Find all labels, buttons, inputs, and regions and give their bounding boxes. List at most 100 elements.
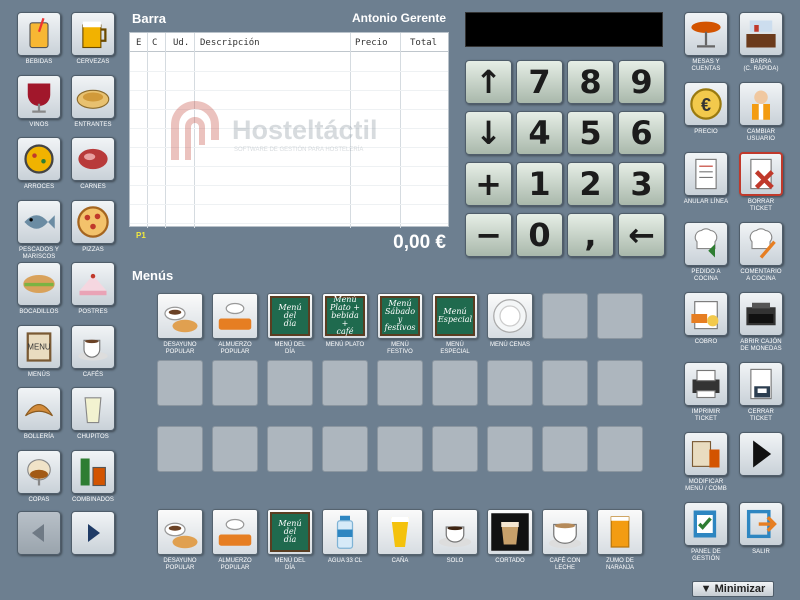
category-sandwich-button[interactable]: BOCADILLOS <box>11 262 67 316</box>
page-tag: P1 <box>136 231 146 240</box>
menu-tile: Menú del día <box>267 509 313 555</box>
next-page-button[interactable] <box>65 511 121 555</box>
menu-item-menú-especial[interactable]: Menú Especial MENÚ ESPECIAL <box>428 293 482 356</box>
category-mixed-drinks-button[interactable]: COMBINADOS <box>65 449 121 504</box>
key-comma[interactable]: , <box>567 213 614 257</box>
action-printer-button[interactable]: IMPRIMIR TICKET <box>678 362 734 423</box>
svg-text:€: € <box>701 95 711 115</box>
category-steak-button[interactable]: CARNES <box>65 137 121 191</box>
menu-item-menú-festivo[interactable]: Menú Sábado y festivos MENÚ FESTIVO <box>373 293 427 356</box>
category-beer-mug-button[interactable]: CERVEZAS <box>65 12 121 66</box>
category-cake-button[interactable]: POSTRES <box>65 262 121 316</box>
empty-slot[interactable] <box>597 360 643 406</box>
key-2[interactable]: 2 <box>567 162 614 206</box>
key-minus[interactable]: − <box>465 213 512 257</box>
empty-slot[interactable] <box>377 426 423 472</box>
empty-slot[interactable] <box>432 426 478 472</box>
empty-slot[interactable] <box>322 426 368 472</box>
category-appetizer-plate-button[interactable]: ENTRANTES <box>65 74 121 129</box>
key-5[interactable]: 5 <box>567 111 614 155</box>
action-bar-counter-button[interactable]: BARRA (C. RÁPIDA) <box>733 12 789 73</box>
empty-slot[interactable] <box>432 360 478 406</box>
beer-mug-icon <box>82 21 107 49</box>
key-8[interactable]: 8 <box>567 60 614 104</box>
menu-item-zumo-de-naranja[interactable]: ZUMO DE NARANJA <box>593 509 647 572</box>
empty-slot[interactable] <box>157 360 203 406</box>
key-1[interactable]: 1 <box>516 162 563 206</box>
key-up[interactable]: ↑ <box>465 60 512 104</box>
menu-item-menú-del-día[interactable]: Menú del día MENÚ DEL DÍA <box>263 509 317 572</box>
empty-slot[interactable] <box>542 426 588 472</box>
category-pizza-button[interactable]: PIZZAS <box>65 199 121 254</box>
action-table-button[interactable]: MESAS Y CUENTAS <box>678 12 734 73</box>
empty-slot[interactable] <box>542 293 588 339</box>
key-0[interactable]: 0 <box>516 213 563 257</box>
key-3[interactable]: 3 <box>618 162 665 206</box>
menu-item-desayuno-popular[interactable]: DESAYUNO POPULAR <box>153 509 207 572</box>
empty-slot[interactable] <box>542 360 588 406</box>
key-9[interactable]: 9 <box>618 60 665 104</box>
empty-slot[interactable] <box>597 293 643 339</box>
menu-item-caña[interactable]: CAÑA <box>373 509 427 565</box>
action-exit-button[interactable]: SALIR <box>733 502 789 556</box>
minimize-button[interactable]: ▼ Minimizar <box>692 581 774 597</box>
action-cash-drawer-button[interactable]: ABRIR CAJÓN DE MONEDAS <box>733 292 789 353</box>
category-drink-glass-button[interactable]: BEBIDAS <box>11 12 67 66</box>
action-waiter-button[interactable]: CAMBIAR USUARIO <box>733 82 789 143</box>
action-next-page-button[interactable] <box>733 432 789 479</box>
menu-item-cortado[interactable]: CORTADO <box>483 509 537 565</box>
empty-slot[interactable] <box>212 426 258 472</box>
category-label: MENÚS <box>27 371 51 378</box>
action-tile <box>739 222 783 266</box>
ticket-table[interactable]: E C Ud. Descripción Precio Total <box>129 32 449 228</box>
empty-slot[interactable] <box>267 426 313 472</box>
menu-item-agua-33-cl[interactable]: AGUA 33 CL <box>318 509 372 565</box>
empty-slot[interactable] <box>377 360 423 406</box>
empty-slot[interactable] <box>267 360 313 406</box>
action-cancel-line-button[interactable]: ANULAR LÍNEA <box>678 152 734 206</box>
menu-item-menú-cenas[interactable]: MENÚ CENAS <box>483 293 537 349</box>
category-menu-board-button[interactable]: MENU MENÚS <box>11 324 67 379</box>
arrow-right-icon <box>88 524 100 542</box>
category-brandy-glass-button[interactable]: COPAS <box>11 449 67 504</box>
action-chef-hat-comment-button[interactable]: COMENTARIO A COCINA <box>733 222 789 283</box>
action-label: COBRO <box>694 339 718 345</box>
menu-item-desayuno-popular[interactable]: DESAYUNO POPULAR <box>153 293 207 356</box>
action-payment-button[interactable]: COBRO <box>678 292 734 346</box>
empty-slot[interactable] <box>322 360 368 406</box>
menu-item-almuerzo-popular[interactable]: ALMUERZO POPULAR <box>208 293 262 356</box>
action-tile <box>684 222 728 266</box>
menu-item-almuerzo-popular[interactable]: ALMUERZO POPULAR <box>208 509 262 572</box>
category-paella-button[interactable]: ARROCES <box>11 137 67 191</box>
key-backspace[interactable]: ← <box>618 213 665 257</box>
action-management-panel-button[interactable]: PANEL DE GESTIÓN <box>678 502 734 563</box>
action-modify-menu-button[interactable]: MODIFICAR MENÚ / COMB <box>678 432 734 493</box>
empty-slot[interactable] <box>212 360 258 406</box>
menu-item-café-con-leche[interactable]: CAFÉ CON LECHE <box>538 509 592 572</box>
empty-slot[interactable] <box>597 426 643 472</box>
menu-item-menú-del-día[interactable]: Menú del día MENÚ DEL DÍA <box>263 293 317 356</box>
key-plus[interactable]: + <box>465 162 512 206</box>
menu-tile <box>432 509 478 555</box>
empty-slot[interactable] <box>487 426 533 472</box>
key-4[interactable]: 4 <box>516 111 563 155</box>
empty-slot[interactable] <box>487 360 533 406</box>
key-7[interactable]: 7 <box>516 60 563 104</box>
ticket-line <box>130 128 448 129</box>
menu-item-solo[interactable]: SOLO <box>428 509 482 565</box>
category-tile <box>71 449 115 494</box>
category-coffee-cup-button[interactable]: CAFÉS <box>65 324 121 379</box>
action-euro-button[interactable]: € PRECIO <box>678 82 734 136</box>
action-delete-ticket-button[interactable]: BORRAR TICKET <box>733 152 789 213</box>
prev-page-button[interactable] <box>11 511 67 555</box>
empty-slot[interactable] <box>157 426 203 472</box>
category-shot-glass-button[interactable]: CHUPITOS <box>65 387 121 441</box>
category-wine-glass-button[interactable]: VINOS <box>11 74 67 129</box>
action-close-ticket-button[interactable]: CERRAR TICKET <box>733 362 789 423</box>
category-croissant-button[interactable]: BOLLERÍA <box>11 387 67 441</box>
key-down[interactable]: ↓ <box>465 111 512 155</box>
category-fish-button[interactable]: PESCADOS Y MARISCOS <box>11 199 67 261</box>
action-chef-hat-order-button[interactable]: PEDIDO A COCINA <box>678 222 734 283</box>
menu-item-menú-plato[interactable]: Menú Plato + bebida + café MENÚ PLATO <box>318 293 372 349</box>
key-6[interactable]: 6 <box>618 111 665 155</box>
